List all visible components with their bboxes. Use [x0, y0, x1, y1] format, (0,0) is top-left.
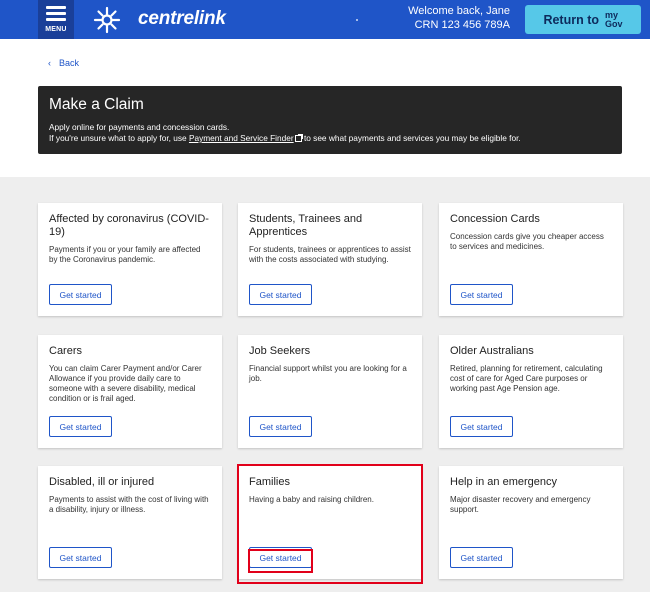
brand-name[interactable]: centrelink	[138, 8, 226, 30]
card-older-australians: Older Australians Retired, planning for …	[439, 335, 623, 448]
menu-label: MENU	[45, 26, 67, 33]
card-description: Retired, planning for retirement, calcul…	[450, 364, 603, 393]
card-title: Affected by coronavirus (COVID-19)	[49, 213, 209, 238]
back-label: Back	[59, 58, 80, 68]
card-title: Carers	[49, 345, 83, 357]
get-started-button[interactable]: Get started	[450, 547, 513, 568]
get-started-button[interactable]: Get started	[49, 416, 112, 437]
get-started-button[interactable]: Get started	[49, 284, 112, 305]
banner-line-2: If you're unsure what to apply for, use …	[49, 133, 521, 143]
get-started-button[interactable]: Get started	[450, 416, 513, 437]
payment-finder-link[interactable]: Payment and Service Finder	[189, 133, 294, 143]
card-title: Students, Trainees and Apprentices	[249, 213, 363, 238]
return-to-mygov-button[interactable]: Return to my Gov	[525, 5, 641, 34]
mygov-logo-icon: my Gov	[605, 9, 623, 29]
back-link[interactable]: ‹ Back	[48, 58, 79, 68]
make-claim-banner: Make a Claim Apply online for payments a…	[38, 86, 622, 154]
get-started-button[interactable]: Get started	[249, 416, 312, 437]
card-title: Concession Cards	[450, 213, 540, 225]
card-description: Payments if you or your family are affec…	[49, 245, 201, 264]
card-title: Disabled, ill or injured	[49, 476, 155, 488]
card-emergency: Help in an emergency Major disaster reco…	[439, 466, 623, 579]
card-title: Families	[249, 476, 290, 488]
card-description: Financial support whilst you are looking…	[249, 364, 407, 383]
crn-text: CRN 123 456 789A	[414, 19, 510, 31]
banner-line-1: Apply online for payments and concession…	[49, 122, 230, 132]
card-job-seekers: Job Seekers Financial support whilst you…	[238, 335, 422, 448]
card-description: For students, trainees or apprentices to…	[249, 245, 411, 264]
card-covid: Affected by coronavirus (COVID-19) Payme…	[38, 203, 222, 316]
external-link-icon	[294, 134, 303, 142]
menu-icon	[46, 6, 66, 9]
card-carers: Carers You can claim Carer Payment and/o…	[38, 335, 222, 448]
header-dot	[356, 19, 358, 21]
card-disabled: Disabled, ill or injured Payments to ass…	[38, 466, 222, 579]
card-description: Concession cards give you cheaper access…	[450, 232, 604, 251]
card-concession: Concession Cards Concession cards give y…	[439, 203, 623, 316]
card-title: Help in an emergency	[450, 476, 558, 488]
card-description: Payments to assist with the cost of livi…	[49, 495, 209, 514]
welcome-block: Welcome back, Jane CRN 123 456 789A	[408, 4, 510, 32]
get-started-button[interactable]: Get started	[249, 547, 312, 568]
centrelink-logo-icon[interactable]	[93, 6, 121, 34]
top-header: MENU centrelink Welcome back, Jane CRN 1…	[0, 0, 650, 39]
card-students: Students, Trainees and Apprentices For s…	[238, 203, 422, 316]
card-description: Having a baby and raising children.	[249, 495, 374, 504]
chevron-left-icon: ‹	[48, 58, 51, 68]
get-started-button[interactable]: Get started	[450, 284, 513, 305]
get-started-button[interactable]: Get started	[249, 284, 312, 305]
card-title: Older Australians	[450, 345, 534, 357]
card-description: Major disaster recovery and emergency su…	[450, 495, 591, 514]
welcome-text: Welcome back, Jane	[408, 5, 510, 17]
card-description: You can claim Carer Payment and/or Carer…	[49, 364, 202, 403]
get-started-button[interactable]: Get started	[49, 547, 112, 568]
card-title: Job Seekers	[249, 345, 311, 357]
card-families: Families Having a baby and raising child…	[238, 466, 422, 579]
page-title: Make a Claim	[49, 96, 144, 113]
return-label: Return to	[543, 12, 600, 27]
menu-button[interactable]: MENU	[38, 0, 74, 39]
